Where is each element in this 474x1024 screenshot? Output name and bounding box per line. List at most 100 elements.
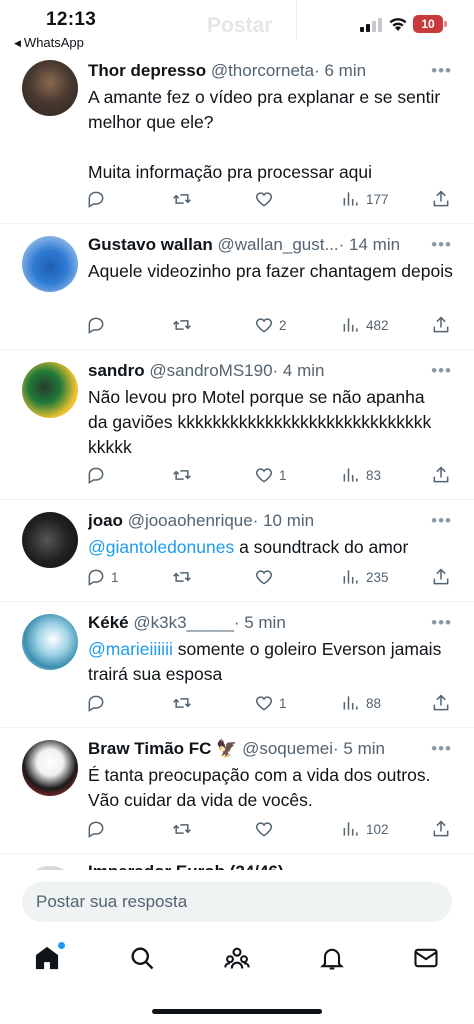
- tweet-text: Não levou pro Motel porque se não apanha…: [88, 387, 432, 457]
- tweet[interactable]: sandro @sandroMS190· 4 min ••• Não levou…: [0, 350, 474, 500]
- tweet[interactable]: joao @jooaohenrique· 10 min ••• @giantol…: [0, 500, 474, 602]
- more-options-icon[interactable]: •••: [422, 236, 452, 254]
- avatar[interactable]: [22, 512, 78, 568]
- avatar[interactable]: [22, 362, 78, 418]
- author-name[interactable]: Braw Timão FC 🦅: [88, 739, 237, 758]
- reply-button[interactable]: [86, 188, 111, 210]
- retweet-button[interactable]: [172, 314, 197, 336]
- views-icon: [343, 192, 358, 206]
- views-icon: [343, 696, 358, 710]
- tweet-actions: 2 482: [86, 314, 456, 336]
- author-name[interactable]: Thor depresso: [88, 61, 206, 80]
- views-button[interactable]: 235: [341, 566, 389, 588]
- tab-notifications[interactable]: [318, 944, 348, 974]
- heart-icon: [255, 468, 273, 483]
- tab-search[interactable]: [128, 944, 158, 974]
- views-button[interactable]: 482: [341, 314, 389, 336]
- tweet[interactable]: Braw Timão FC 🦅 @soquemei· 5 min ••• É t…: [0, 728, 474, 854]
- reply-icon: [88, 317, 104, 334]
- like-button[interactable]: [254, 188, 279, 210]
- more-options-icon[interactable]: •••: [422, 362, 452, 380]
- reply-icon: [88, 569, 104, 586]
- views-button[interactable]: 83: [341, 464, 381, 486]
- tweet-actions: 1 83: [86, 464, 456, 486]
- reply-button[interactable]: [86, 692, 111, 714]
- tweet[interactable]: Gustavo wallan @wallan_gust...· 14 min •…: [0, 224, 474, 350]
- retweet-icon: [173, 194, 191, 204]
- like-button[interactable]: 1: [254, 464, 287, 486]
- tab-messages[interactable]: [412, 944, 442, 974]
- reply-button[interactable]: [86, 314, 111, 336]
- author-handle[interactable]: @k3k3_____: [133, 613, 233, 632]
- reply-button[interactable]: [86, 818, 111, 840]
- tweet-actions: 1 88: [86, 692, 456, 714]
- author-handle[interactable]: @thorcorneta: [211, 61, 314, 80]
- author-name[interactable]: sandro: [88, 361, 145, 380]
- tweet-text: @marieiiiiii somente o goleiro Everson j…: [88, 639, 442, 684]
- more-options-icon[interactable]: •••: [422, 62, 452, 80]
- communities-icon: [224, 947, 250, 969]
- share-button[interactable]: [431, 818, 451, 840]
- like-button[interactable]: [254, 566, 279, 588]
- retweet-icon: [173, 572, 191, 582]
- reply-icon: [88, 695, 104, 712]
- reply-button[interactable]: 1: [86, 566, 119, 588]
- mention-link[interactable]: @marieiiiiii: [88, 639, 173, 659]
- share-icon: [433, 694, 449, 711]
- author-handle[interactable]: @wallan_gust...: [217, 235, 338, 254]
- tab-home[interactable]: [33, 942, 65, 974]
- share-button[interactable]: [431, 314, 451, 336]
- retweet-button[interactable]: [172, 692, 197, 714]
- share-icon: [433, 316, 449, 333]
- reply-icon: [88, 191, 104, 208]
- avatar[interactable]: [22, 614, 78, 670]
- battery-tip: [444, 21, 447, 27]
- retweet-icon: [173, 470, 191, 480]
- avatar[interactable]: [22, 236, 78, 292]
- like-button[interactable]: 1: [254, 692, 287, 714]
- retweet-button[interactable]: [172, 566, 197, 588]
- share-button[interactable]: [431, 692, 451, 714]
- tweet[interactable]: Thor depresso @thorcorneta· 6 min ••• A …: [0, 58, 474, 224]
- author-name[interactable]: joao: [88, 511, 123, 530]
- tweet-header: Kéké @k3k3_____· 5 min: [88, 613, 428, 633]
- author-handle[interactable]: @soquemei: [242, 739, 333, 758]
- more-options-icon[interactable]: •••: [422, 740, 452, 758]
- avatar[interactable]: [22, 60, 78, 116]
- author-name[interactable]: Kéké: [88, 613, 129, 632]
- retweet-button[interactable]: [172, 188, 197, 210]
- retweet-button[interactable]: [172, 818, 197, 840]
- tab-communities[interactable]: [223, 944, 253, 974]
- more-options-icon[interactable]: •••: [422, 614, 452, 632]
- share-button[interactable]: [431, 188, 451, 210]
- tweet-time: · 5 min: [333, 739, 385, 758]
- notifications-icon: [320, 948, 344, 970]
- author-handle[interactable]: @jooaohenrique: [128, 511, 253, 530]
- avatar[interactable]: [22, 740, 78, 796]
- tweet[interactable]: Kéké @k3k3_____· 5 min ••• @marieiiiiii …: [0, 602, 474, 728]
- views-button[interactable]: 177: [341, 188, 389, 210]
- mention-link[interactable]: @giantoledonunes: [88, 537, 234, 557]
- back-to-app-link[interactable]: ◀ WhatsApp: [14, 35, 84, 50]
- views-button[interactable]: 102: [341, 818, 389, 840]
- search-icon: [131, 947, 154, 970]
- tweet-actions: 1 235: [86, 566, 456, 588]
- tweet-time: · 10 min: [252, 511, 315, 530]
- tweet-time: · 4 min: [272, 361, 325, 380]
- views-icon: [343, 318, 358, 332]
- reply-button[interactable]: [86, 464, 111, 486]
- retweet-button[interactable]: [172, 464, 197, 486]
- author-name[interactable]: Gustavo wallan: [88, 235, 213, 254]
- more-options-icon[interactable]: •••: [422, 512, 452, 530]
- divider: [296, 0, 297, 40]
- tweet-actions: 177: [86, 188, 456, 210]
- like-button[interactable]: [254, 818, 279, 840]
- tweet-text: @giantoledonunes a soundtrack do amor: [88, 537, 409, 557]
- like-button[interactable]: 2: [254, 314, 287, 336]
- author-handle[interactable]: @sandroMS190: [149, 361, 272, 380]
- views-button[interactable]: 88: [341, 692, 381, 714]
- reply-input[interactable]: Postar sua resposta: [22, 882, 452, 922]
- share-button[interactable]: [431, 566, 451, 588]
- tweet-time: · 14 min: [338, 235, 401, 254]
- share-button[interactable]: [431, 464, 451, 486]
